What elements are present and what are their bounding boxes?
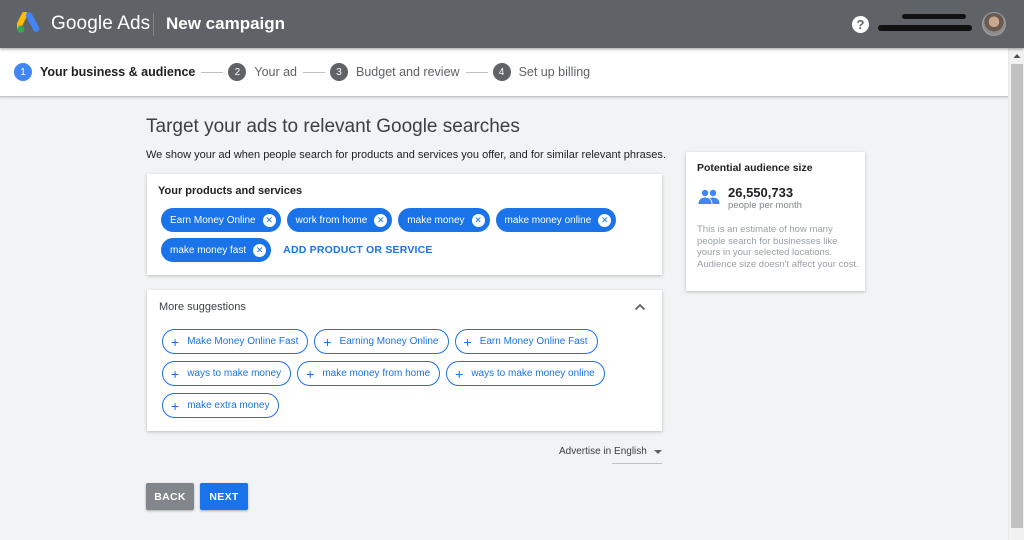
products-services-card: Your products and services Earn Money On… bbox=[147, 174, 662, 275]
suggestion-chip[interactable]: + make money from home bbox=[297, 361, 441, 386]
scroll-up-arrow-icon[interactable] bbox=[1009, 48, 1024, 64]
section-description: We show your ad when people search for p… bbox=[146, 149, 666, 161]
back-button[interactable]: BACK bbox=[146, 483, 194, 510]
page-title: New campaign bbox=[166, 14, 286, 33]
chip-label: make extra money bbox=[187, 400, 270, 411]
help-icon[interactable]: ? bbox=[852, 16, 869, 33]
chip-label: make money bbox=[407, 214, 465, 226]
plus-icon: + bbox=[455, 365, 464, 382]
chip-label: ways to make money bbox=[187, 368, 282, 379]
remove-icon[interactable]: ✕ bbox=[471, 213, 485, 227]
account-info-redacted[interactable] bbox=[878, 12, 978, 36]
step-label: Budget and review bbox=[356, 65, 460, 79]
step-your-ad[interactable]: 2 Your ad bbox=[228, 63, 297, 81]
audience-count: 26,550,733 bbox=[728, 185, 794, 200]
campaign-stepper: 1 Your business & audience 2 Your ad 3 B… bbox=[0, 48, 1008, 97]
step-label: Set up billing bbox=[518, 65, 591, 79]
suggestion-chip[interactable]: + Make Money Online Fast bbox=[162, 329, 309, 354]
brand-name: Google Ads bbox=[51, 13, 151, 34]
suggestion-chip[interactable]: + ways to make money online bbox=[446, 361, 605, 386]
audience-size-card: Potential audience size 26,550,733 peopl… bbox=[686, 152, 865, 291]
chip-label: work from home bbox=[295, 214, 368, 226]
step-number: 3 bbox=[330, 63, 349, 81]
chevron-up-icon[interactable] bbox=[632, 299, 648, 315]
step-your-business[interactable]: 1 Your business & audience bbox=[14, 63, 195, 81]
page-scrollbar[interactable] bbox=[1008, 48, 1024, 540]
chip-label: make money fast bbox=[170, 244, 247, 256]
plus-icon: + bbox=[306, 365, 315, 382]
plus-icon: + bbox=[171, 365, 180, 382]
more-suggestions-card: More suggestions + Make Money Online Fas… bbox=[147, 290, 662, 431]
app-bar: Google Ads New campaign ? bbox=[0, 0, 1024, 48]
step-label: Your ad bbox=[254, 65, 298, 79]
remove-icon[interactable]: ✕ bbox=[253, 243, 267, 257]
suggestion-chip[interactable]: + make extra money bbox=[162, 393, 280, 418]
scrollbar-thumb[interactable] bbox=[1011, 64, 1023, 528]
products-heading: Your products and services bbox=[158, 185, 303, 197]
product-chip[interactable]: work from home ✕ bbox=[286, 208, 393, 232]
avatar[interactable] bbox=[982, 12, 1006, 36]
language-select[interactable]: Advertise in English bbox=[559, 446, 662, 457]
redacted-account-name bbox=[902, 14, 966, 19]
plus-icon: + bbox=[323, 333, 332, 350]
people-icon bbox=[698, 189, 720, 204]
plus-icon: + bbox=[171, 333, 180, 350]
audience-note: This is an estimate of how many people s… bbox=[697, 224, 859, 270]
product-chip[interactable]: make money online ✕ bbox=[495, 208, 617, 232]
section-title: Target your ads to relevant Google searc… bbox=[146, 116, 520, 137]
audience-heading: Potential audience size bbox=[697, 162, 813, 174]
language-select-underline bbox=[612, 463, 662, 464]
chip-label: Earn Money Online bbox=[170, 214, 256, 226]
product-chip[interactable]: Earn Money Online ✕ bbox=[161, 208, 281, 232]
chip-label: make money online bbox=[504, 214, 592, 226]
chip-label: make money from home bbox=[322, 368, 431, 379]
suggestion-chip[interactable]: + ways to make money bbox=[162, 361, 292, 386]
step-number: 2 bbox=[228, 63, 247, 81]
dropdown-caret-icon bbox=[653, 449, 662, 454]
suggestion-chip[interactable]: + Earning Money Online bbox=[314, 329, 449, 354]
brand-divider bbox=[153, 13, 154, 36]
step-number: 1 bbox=[14, 63, 32, 81]
chip-label: Make Money Online Fast bbox=[187, 336, 299, 347]
remove-icon[interactable]: ✕ bbox=[598, 213, 612, 227]
products-chip-list: Earn Money Online ✕ work from home ✕ mak… bbox=[161, 208, 656, 262]
plus-icon: + bbox=[463, 333, 472, 350]
product-chip[interactable]: make money fast ✕ bbox=[161, 238, 272, 262]
suggestion-chip[interactable]: + Earn Money Online Fast bbox=[454, 329, 598, 354]
chip-label: ways to make money online bbox=[471, 368, 595, 379]
plus-icon: + bbox=[171, 397, 180, 414]
step-label: Your business & audience bbox=[40, 65, 196, 79]
next-button[interactable]: NEXT bbox=[200, 483, 248, 510]
remove-icon[interactable]: ✕ bbox=[374, 213, 388, 227]
chip-label: Earning Money Online bbox=[339, 336, 439, 347]
step-budget-and-review[interactable]: 3 Budget and review bbox=[330, 63, 460, 81]
step-connector bbox=[465, 71, 488, 73]
google-ads-logo-icon[interactable] bbox=[17, 12, 40, 34]
step-connector bbox=[303, 71, 326, 73]
remove-icon[interactable]: ✕ bbox=[262, 213, 276, 227]
language-value: Advertise in English bbox=[559, 446, 647, 457]
step-set-up-billing[interactable]: 4 Set up billing bbox=[492, 63, 591, 81]
chip-label: Earn Money Online Fast bbox=[479, 336, 588, 347]
redacted-account-email bbox=[878, 25, 972, 31]
step-number: 4 bbox=[492, 63, 511, 81]
suggestion-chip-list: + Make Money Online Fast + Earning Money… bbox=[162, 329, 652, 418]
product-chip[interactable]: make money ✕ bbox=[398, 208, 490, 232]
audience-unit: people per month bbox=[728, 200, 802, 211]
step-connector bbox=[201, 71, 224, 73]
suggestions-heading: More suggestions bbox=[159, 301, 246, 313]
add-product-button[interactable]: ADD PRODUCT OR SERVICE bbox=[283, 244, 432, 256]
